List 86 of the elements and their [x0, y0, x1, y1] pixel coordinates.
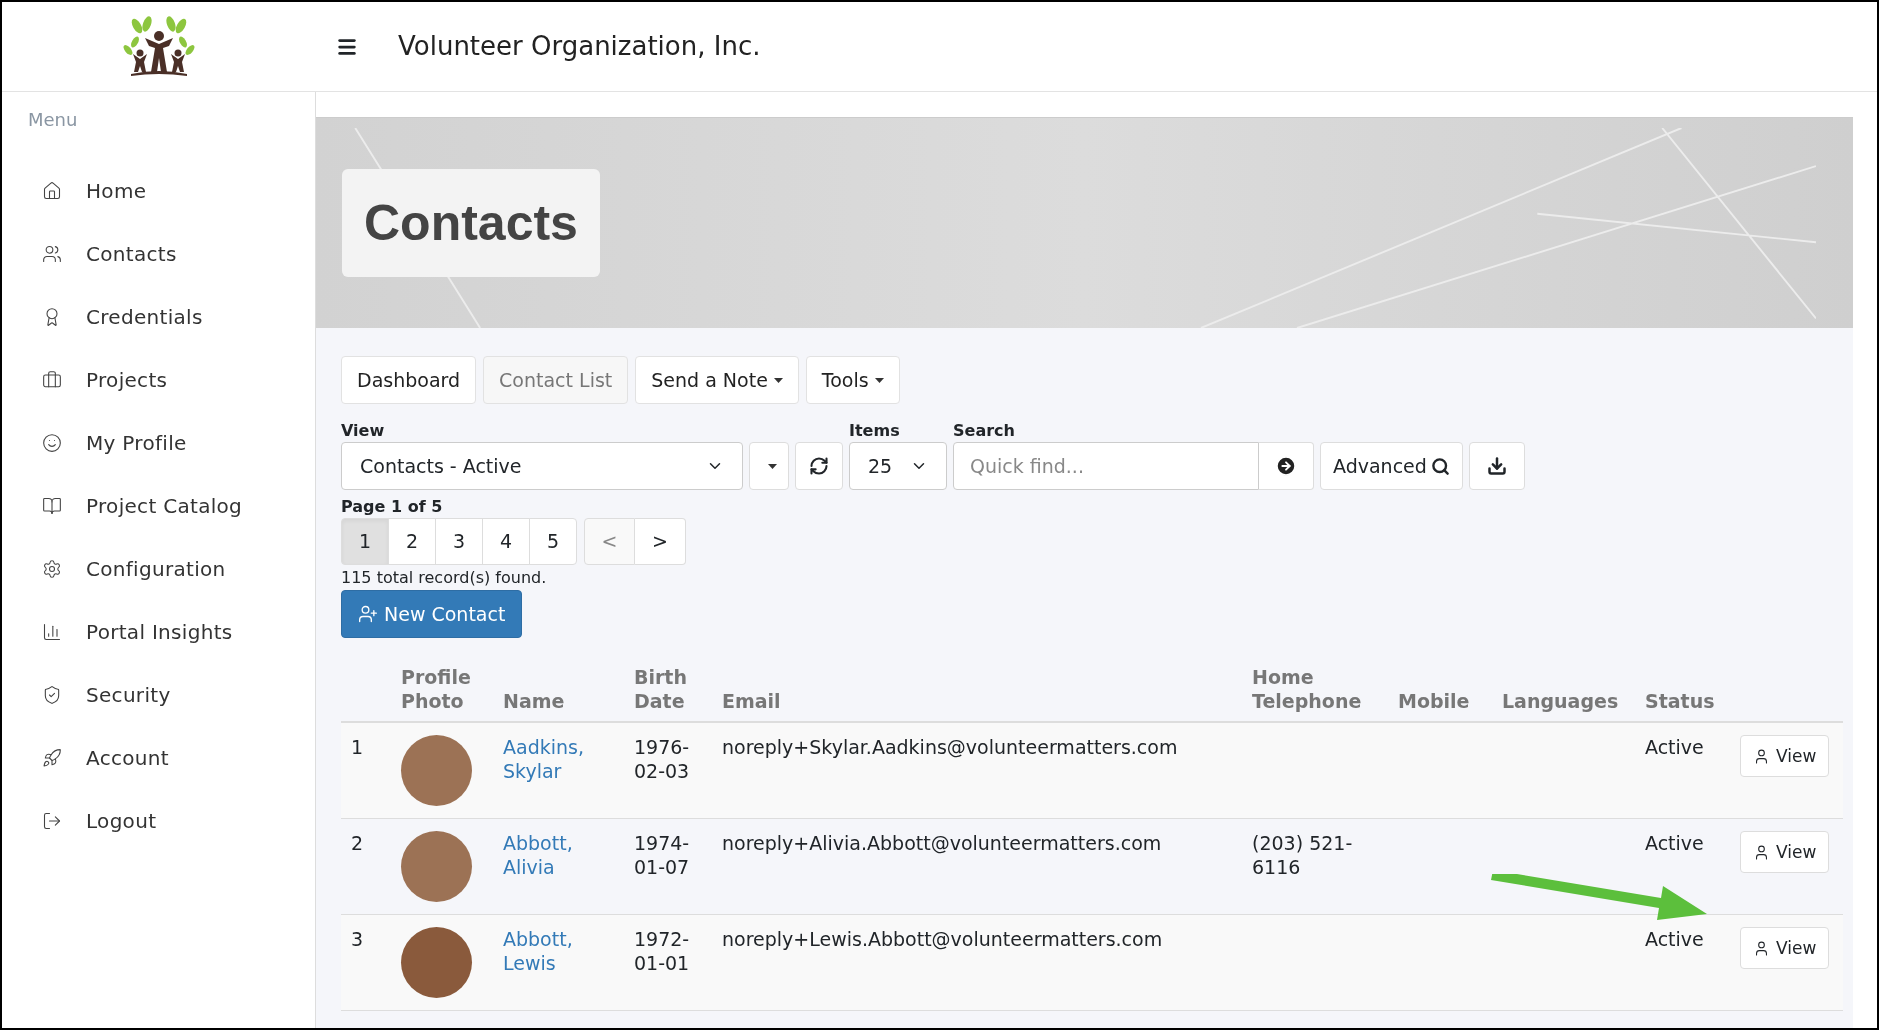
column-header: Mobile	[1398, 689, 1471, 713]
column-header: Home Telephone	[1252, 665, 1363, 713]
sidebar-item[interactable]: Project Catalog	[2, 474, 315, 537]
items-select[interactable]: 25	[849, 442, 947, 490]
page-button[interactable]: 5	[529, 518, 577, 565]
sidebar-item[interactable]: Logout	[2, 789, 315, 852]
sidebar-item[interactable]: Configuration	[2, 537, 315, 600]
refresh-icon	[809, 456, 829, 476]
page-button[interactable]: 1	[341, 518, 389, 565]
search-label: Search	[953, 420, 1016, 442]
status-cell: Active	[1645, 928, 1704, 950]
sidebar-item[interactable]: Account	[2, 726, 315, 789]
items-label: Items	[849, 420, 901, 442]
contact-name-link[interactable]: Abbott, Lewis	[503, 927, 593, 975]
view-label: View	[341, 420, 386, 442]
view-select[interactable]: Contacts - Active	[341, 442, 743, 490]
download-button[interactable]	[1468, 442, 1525, 490]
organization-title: Volunteer Organization, Inc.	[398, 30, 761, 63]
column-header: Birth Date	[634, 665, 688, 713]
birth-date: 1974-01-07	[634, 831, 691, 879]
contact-name-link[interactable]: Abbott, Alivia	[503, 831, 593, 879]
column-header: Profile Photo	[401, 665, 472, 713]
search-icon	[1430, 456, 1450, 476]
user-icon	[1753, 939, 1770, 957]
email-cell: noreply+Alivia.Abbott@volunteermatters.com	[722, 832, 1162, 854]
user-icon	[1753, 843, 1770, 861]
page-indicator: Page 1 of 5	[341, 496, 444, 518]
logout-icon	[42, 810, 62, 831]
record-count: 115 total record(s) found.	[341, 567, 548, 589]
column-header: Name	[503, 689, 566, 713]
sidebar-item[interactable]: My Profile	[2, 411, 315, 474]
birth-date: 1976-02-03	[634, 735, 691, 783]
search-go-button[interactable]	[1259, 442, 1314, 490]
settings-icon	[42, 558, 62, 579]
bar-chart-icon	[42, 621, 62, 642]
email-cell: noreply+Skylar.Aadkins@volunteermatters.com	[722, 736, 1178, 758]
logo-icon	[123, 15, 195, 78]
row-number: 3	[351, 928, 364, 950]
caret-icon	[767, 463, 777, 469]
user-icon	[1753, 747, 1770, 765]
sidebar-item[interactable]: Security	[2, 663, 315, 726]
download-icon	[1486, 456, 1507, 476]
view-button[interactable]: View	[1740, 927, 1830, 969]
toolbar-tab[interactable]: Dashboard	[341, 356, 477, 404]
refresh-button[interactable]	[795, 442, 843, 490]
status-cell: Active	[1645, 736, 1704, 758]
advanced-search-button[interactable]: Advanced	[1320, 442, 1463, 490]
toolbar-tab[interactable]: Tools	[805, 356, 900, 404]
sidebar-item[interactable]: Credentials	[2, 285, 315, 348]
book-icon	[42, 495, 62, 516]
sidebar-item[interactable]: Home	[2, 159, 315, 222]
column-header: Email	[722, 689, 782, 713]
page-button[interactable]: 4	[482, 518, 530, 565]
view-button[interactable]: View	[1740, 735, 1830, 777]
briefcase-icon	[42, 369, 62, 390]
caret-icon	[874, 377, 884, 383]
row-number: 1	[351, 736, 364, 758]
page-title: Contacts	[364, 194, 578, 253]
status-cell: Active	[1645, 832, 1704, 854]
menu-heading: Menu	[28, 108, 79, 132]
add-user-icon	[358, 604, 378, 624]
people-icon	[42, 243, 62, 264]
smile-icon	[42, 432, 62, 453]
toolbar-tab[interactable]: Send a Note	[635, 356, 799, 404]
view-button[interactable]: View	[1740, 831, 1830, 873]
sidebar-item[interactable]: Portal Insights	[2, 600, 315, 663]
column-header: Languages	[1502, 689, 1620, 713]
page-button[interactable]: 2	[388, 518, 436, 565]
rocket-icon	[42, 747, 62, 768]
arrow-circle-icon	[1275, 455, 1297, 477]
search-field[interactable]: Quick find...	[953, 442, 1259, 490]
toolbar-tab[interactable]: Contact List	[483, 356, 629, 404]
caret-icon	[773, 377, 783, 383]
sidebar-item[interactable]: Projects	[2, 348, 315, 411]
home-icon	[42, 180, 62, 201]
sidebar-item[interactable]: Contacts	[2, 222, 315, 285]
contact-name-link[interactable]: Aadkins, Skylar	[503, 735, 593, 783]
email-cell: noreply+Lewis.Abbott@volunteermatters.com	[722, 928, 1163, 950]
birth-date: 1972-01-01	[634, 927, 691, 975]
row-number: 2	[351, 832, 364, 854]
column-header: Status	[1645, 689, 1716, 713]
shield-icon	[42, 684, 62, 705]
new-contact-button[interactable]: New Contact	[341, 590, 523, 638]
telephone-cell-text: (203) 521-6116	[1252, 831, 1354, 879]
page-button[interactable]: 3	[435, 518, 483, 565]
next-page-button[interactable]: >	[635, 518, 686, 565]
